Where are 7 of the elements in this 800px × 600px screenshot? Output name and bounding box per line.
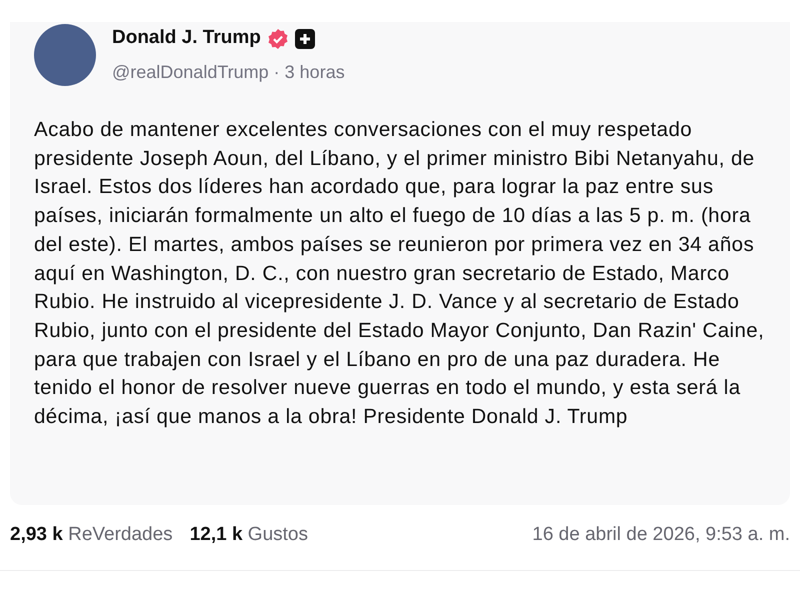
plus-icon — [294, 28, 315, 48]
stat-link[interactable]: 2,93 k ReVerdades — [10, 521, 173, 550]
post-timestamp: 16 de abril de 2026, 9:53 a. m. — [532, 523, 790, 547]
handle-and-time: @realDonaldTrump · 3 horas — [112, 60, 345, 84]
author-name[interactable]: Donald J. Trump — [112, 24, 261, 53]
stat-link[interactable]: 12,1 k Gustos — [190, 521, 308, 550]
post-text: Acabo de mantener excelentes conversaciones con el muy respetado presidente Joseph Aoun, del Líbano, y el primer ministro Bibi Netanyahu, de Israel. Estos dos líderes han acordado que, para lograr la paz entre sus países, iniciarán formalmente un alto el fuego de 10 días a las 5 p. m. (hora del este). El martes, ambos países se reunieron por primera vez en 34 años aquí en Washington, D. C., con nuestro gran secretario de Estado, Marco Rubio. He instruido al vicepresidente J. D. Vance y al secretario de Estado Rubio, junto con el presidente del Estado Mayor Conjunto, Dan Razin' Caine, para que trabajen con Israel y el Líbano en pro de una paz duradera. He tenido el honor de resolver nueve guerras en todo el mundo, y esta será la décima, ¡así que manos a la obra! Presidente Donald J. Trump — [34, 117, 766, 430]
